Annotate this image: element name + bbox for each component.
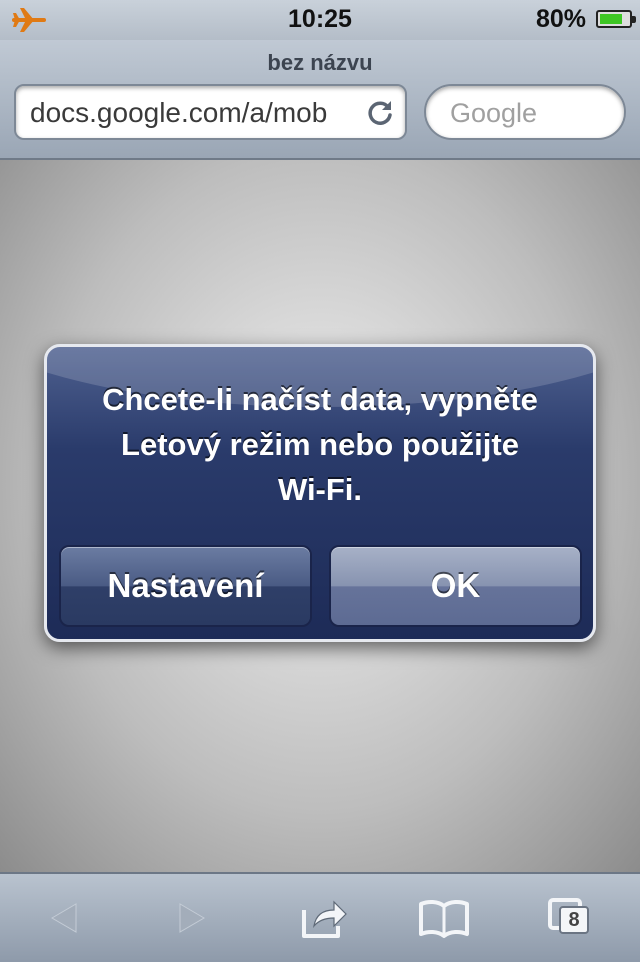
bookmarks-button[interactable] (418, 892, 470, 944)
reload-icon[interactable] (365, 98, 395, 128)
browser-toolbar: bez názvu docs.google.com/a/mob Google (0, 40, 640, 160)
forward-button[interactable] (166, 892, 218, 944)
bottom-toolbar (0, 872, 640, 962)
alert-dialog: Chcete-li načíst data, vypněte Letový re… (44, 344, 596, 642)
page-title: bez názvu (267, 50, 373, 75)
battery-percent: 80% (535, 5, 586, 33)
forward-icon (179, 903, 205, 933)
search-placeholder: Google (450, 98, 538, 128)
ok-button[interactable]: OK (329, 545, 582, 627)
back-icon (51, 903, 77, 933)
battery-icon (596, 10, 636, 28)
share-button[interactable] (298, 892, 350, 944)
back-button[interactable] (38, 892, 90, 944)
alert-message-line: Letový režim nebo použijte (121, 427, 519, 462)
url-text: docs.google.com/a/mob (30, 97, 328, 128)
search-field[interactable]: Google (424, 84, 626, 140)
settings-button[interactable]: Nastavení (59, 545, 312, 627)
bookmarks-icon (419, 899, 469, 938)
battery-level (600, 14, 623, 24)
tabs-count-badge: 8 (559, 906, 589, 934)
alert-message-line: Chcete-li načíst data, vypněte (102, 382, 538, 417)
status-bar: 10:25 80% (0, 0, 640, 40)
share-icon (302, 900, 347, 938)
address-field[interactable]: docs.google.com/a/mob (14, 84, 407, 140)
alert-message: Chcete-li načíst data, vypněte Letový re… (57, 377, 583, 512)
alert-message-line: Wi-Fi. (277, 472, 363, 507)
